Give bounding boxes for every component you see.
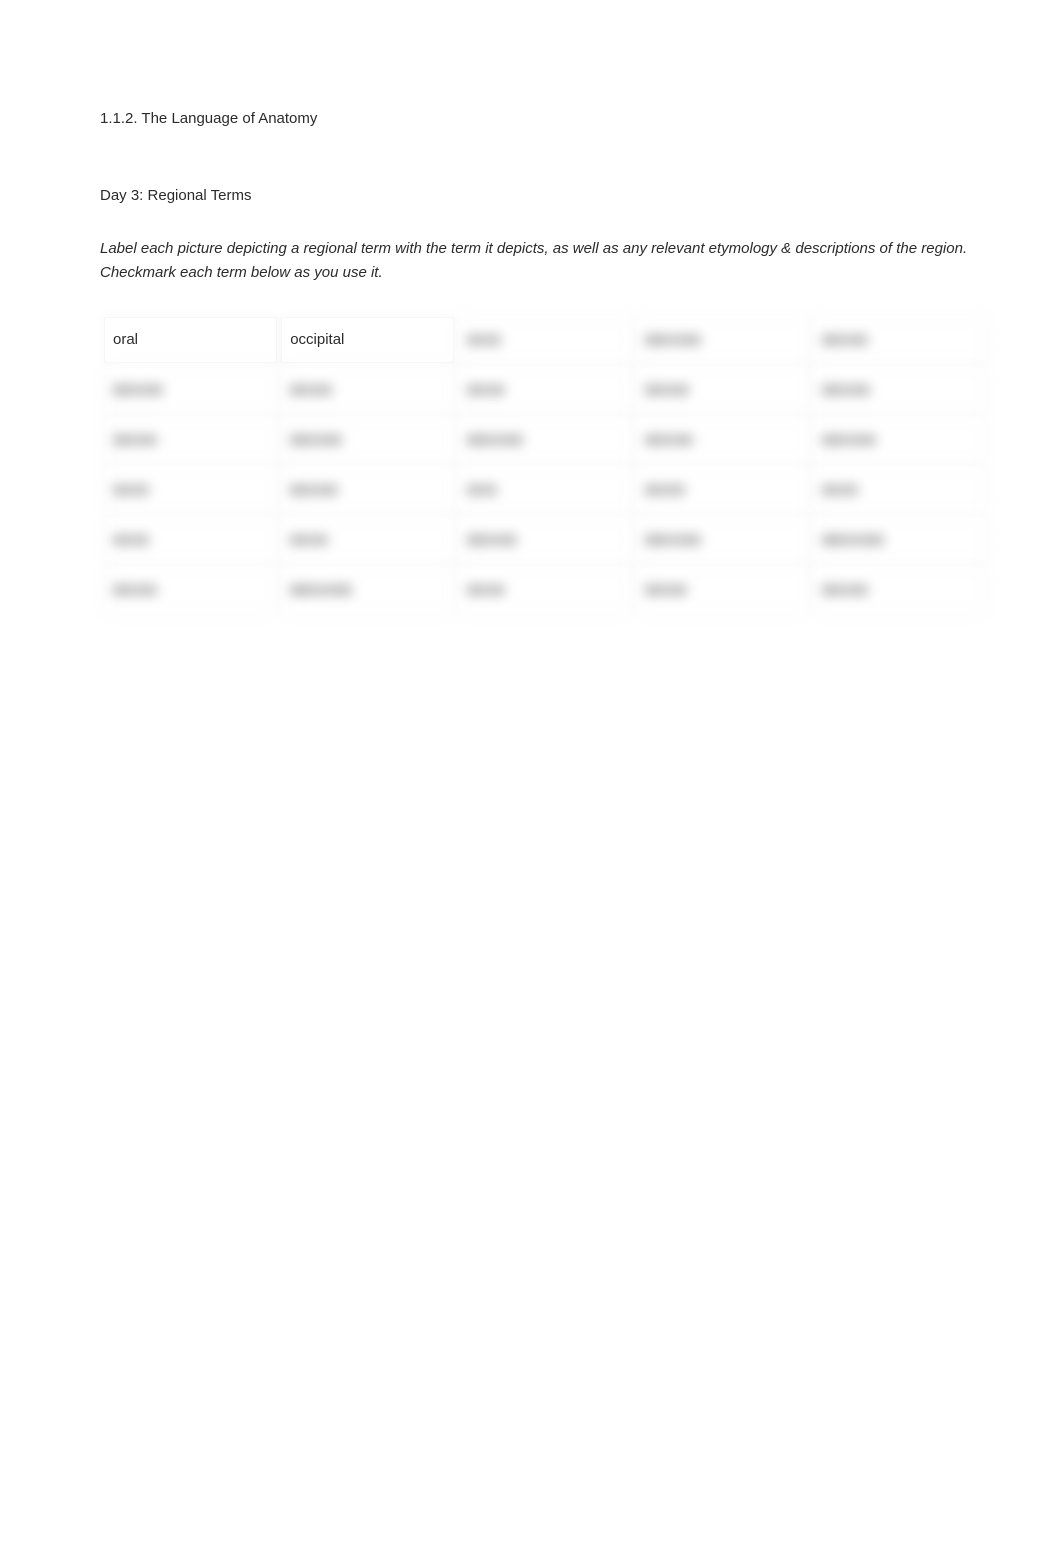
obscured-text [645, 385, 689, 395]
table-row [104, 517, 986, 563]
term-cell [458, 367, 631, 413]
term-cell [813, 517, 986, 563]
obscured-text [645, 485, 685, 495]
obscured-text [645, 535, 701, 545]
obscured-text [822, 335, 868, 345]
obscured-text [290, 535, 328, 545]
obscured-text [290, 435, 342, 445]
table-row: oraloccipital [104, 317, 986, 363]
term-cell: occipital [281, 317, 454, 363]
obscured-text [822, 385, 870, 395]
obscured-text [113, 385, 163, 395]
term-cell [636, 517, 809, 563]
term-cell [104, 567, 277, 613]
obscured-text [822, 485, 858, 495]
obscured-text [290, 585, 352, 595]
instructions-text: Label each picture depicting a regional … [100, 237, 990, 285]
table-row [104, 467, 986, 513]
term-cell [458, 517, 631, 563]
term-cell [813, 467, 986, 513]
obscured-text [113, 485, 149, 495]
term-cell [636, 417, 809, 463]
term-cell [281, 417, 454, 463]
obscured-text [467, 485, 497, 495]
term-cell [458, 417, 631, 463]
term-cell [636, 567, 809, 613]
term-cell [104, 367, 277, 413]
term-cell [636, 367, 809, 413]
obscured-text [645, 585, 687, 595]
obscured-text [290, 385, 332, 395]
document-page: 1.1.2. The Language of Anatomy Day 3: Re… [0, 0, 1062, 617]
term-cell [636, 317, 809, 363]
term-cell [458, 567, 631, 613]
obscured-text [113, 585, 157, 595]
obscured-text [822, 435, 876, 445]
table-row [104, 567, 986, 613]
obscured-text [645, 335, 701, 345]
term-cell [281, 517, 454, 563]
term-cell [281, 567, 454, 613]
section-heading: 1.1.2. The Language of Anatomy [100, 108, 990, 131]
term-cell [813, 567, 986, 613]
obscured-text [822, 585, 868, 595]
term-cell [104, 417, 277, 463]
obscured-text [113, 535, 149, 545]
obscured-text [467, 335, 501, 345]
content-region: Label each picture depicting a regional … [100, 237, 990, 617]
table-row [104, 417, 986, 463]
term-cell [458, 317, 631, 363]
term-cell [813, 417, 986, 463]
term-cell: oral [104, 317, 277, 363]
obscured-text [645, 435, 693, 445]
day-heading: Day 3: Regional Terms [100, 185, 990, 208]
obscured-text [290, 485, 338, 495]
term-cell [104, 517, 277, 563]
term-cell [281, 467, 454, 513]
table-row [104, 367, 986, 413]
obscured-text [822, 535, 884, 545]
terms-table: oraloccipital [100, 313, 990, 617]
term-cell [813, 367, 986, 413]
term-cell [104, 467, 277, 513]
obscured-text [467, 585, 505, 595]
obscured-text [113, 435, 157, 445]
term-cell [813, 317, 986, 363]
term-cell [636, 467, 809, 513]
obscured-text [467, 385, 505, 395]
obscured-text [467, 535, 517, 545]
term-cell [458, 467, 631, 513]
obscured-text [467, 435, 523, 445]
term-cell [281, 367, 454, 413]
